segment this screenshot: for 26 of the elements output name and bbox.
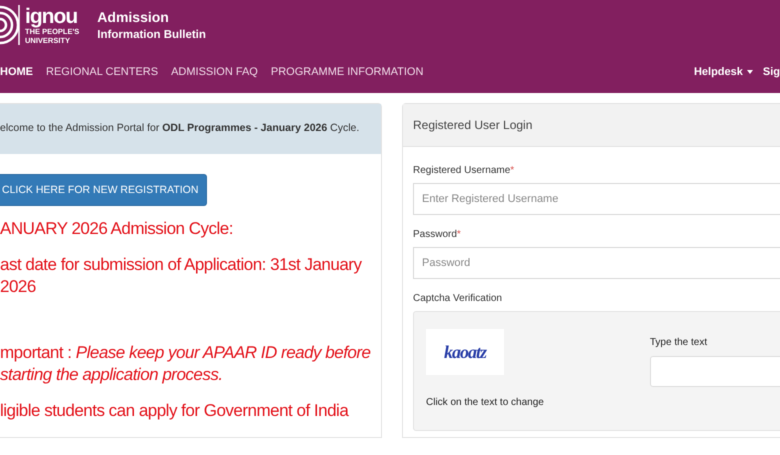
nav-link[interactable]: Sig [762, 66, 780, 78]
nav-link[interactable]: ADMISSION FAQ [171, 66, 258, 78]
logo-wordmark: ignou [25, 6, 78, 27]
nav-link[interactable]: PROGRAMME INFORMATION [270, 66, 424, 78]
new-registration-button[interactable]: CLICK HERE FOR NEW REGISTRATION [0, 174, 208, 206]
nav-link[interactable]: Helpdesk [694, 66, 753, 78]
nav-link[interactable]: REGIONAL CENTERS [46, 66, 158, 78]
input-field[interactable]: Password [413, 247, 780, 279]
input-field[interactable]: Enter Registered Username [413, 183, 780, 215]
welcome-message: elcome to the Admission Portal for ODL Programmes - January 2026 Cycle. [0, 122, 360, 136]
notice-text: ast date for submission of Application: 31st January 2026 [0, 254, 363, 298]
field-label: Registered Username* [413, 165, 516, 176]
notice-text: mportant : Please keep your APAAR ID ready before starting the application process. [0, 342, 372, 386]
nav-link[interactable]: HOME [0, 66, 33, 78]
field-label: Type the text [650, 337, 708, 348]
field-label: Captcha Verification [413, 293, 503, 304]
field-label: Password* [413, 229, 462, 240]
notice-text: ligible students can apply for Government of India [0, 400, 350, 422]
spiral-logo-icon [0, 3, 22, 47]
captcha-image[interactable]: kaoatz [426, 329, 504, 375]
captcha-input[interactable] [650, 356, 780, 387]
site-subtitle: Information Bulletin [97, 29, 206, 41]
notice-text: ANUARY 2026 Admission Cycle: [0, 218, 234, 240]
site-title: Admission [97, 9, 170, 25]
panel-title: Registered User Login [403, 104, 780, 147]
captcha-hint: Click on the text to change [426, 397, 544, 408]
